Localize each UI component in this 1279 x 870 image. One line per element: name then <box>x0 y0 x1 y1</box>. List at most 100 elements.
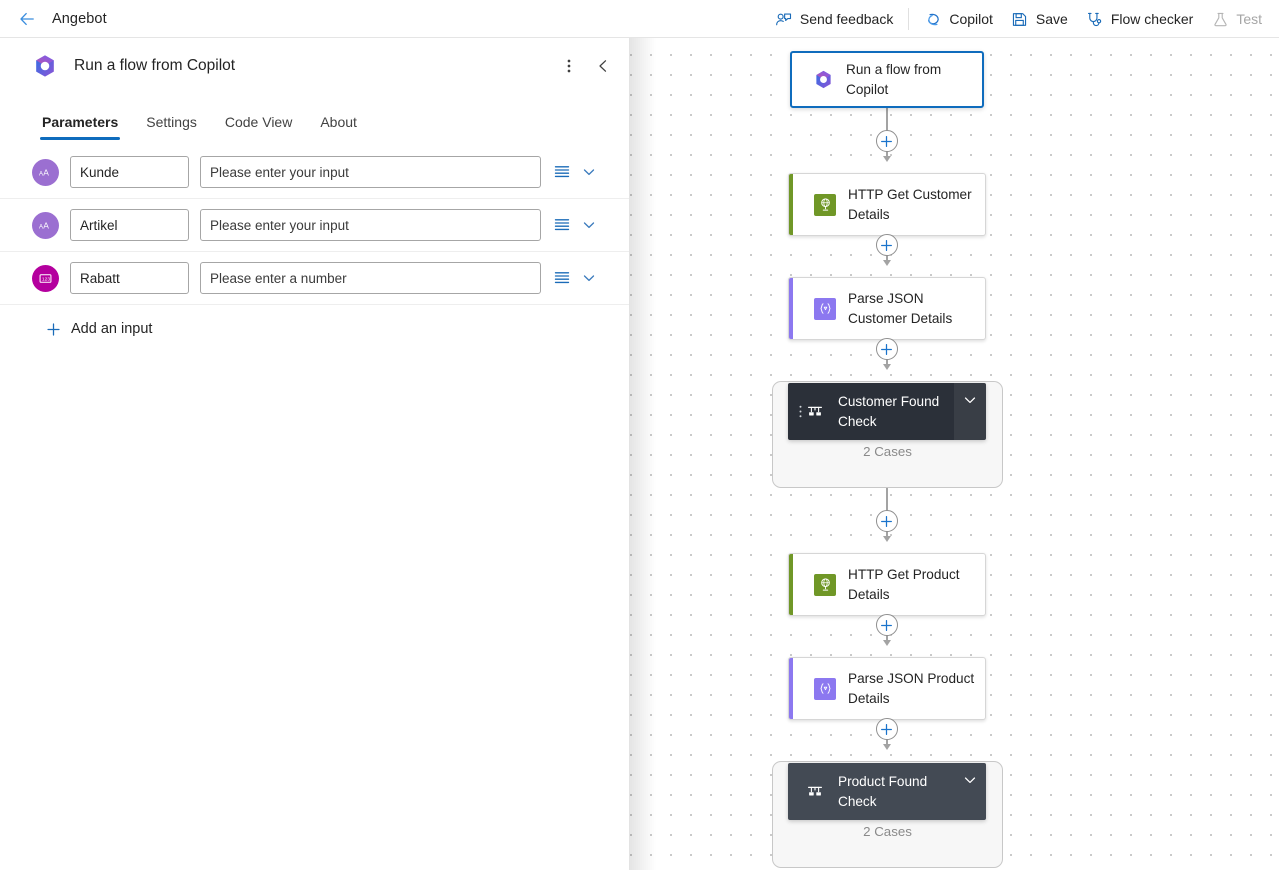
panel-header: Run a flow from Copilot <box>0 38 629 94</box>
drag-dots-icon[interactable] <box>796 403 805 420</box>
chevron-down-icon[interactable] <box>579 215 599 235</box>
flow-switch-label: Customer Found Check <box>838 393 940 429</box>
chevron-down-icon[interactable] <box>579 268 599 288</box>
panel-tabs: Parameters Settings Code View About <box>0 94 629 140</box>
app-title: Angebot <box>52 10 107 27</box>
scope-collapse-button[interactable] <box>954 763 986 820</box>
parameter-name-input[interactable] <box>70 262 189 294</box>
list-lines-icon[interactable] <box>552 268 572 288</box>
tab-about-label: About <box>320 114 357 130</box>
plus-circle-icon <box>881 343 892 355</box>
tab-code-view[interactable]: Code View <box>215 114 302 140</box>
node-accent-bar <box>789 174 793 235</box>
add-step-button[interactable] <box>875 130 898 152</box>
parse-json-icon <box>814 297 836 320</box>
parameter-row-actions <box>552 162 599 182</box>
list-lines-icon[interactable] <box>552 162 572 182</box>
parameter-name-input[interactable] <box>70 156 189 188</box>
flow-checker-label: Flow checker <box>1110 11 1194 27</box>
flow-node-label: HTTP Get Customer Details <box>848 186 972 222</box>
parameter-value-input[interactable] <box>200 209 541 241</box>
panel-header-actions <box>553 38 619 94</box>
add-step-button[interactable] <box>875 338 898 360</box>
parameter-name-input[interactable] <box>70 209 189 241</box>
flow-node-http-get-customer[interactable]: HTTP Get Customer Details <box>788 173 986 236</box>
panel-more-menu-button[interactable] <box>553 50 585 82</box>
flow-switch-header-product-found-check[interactable]: Product Found Check <box>788 763 986 820</box>
parameter-row-actions <box>552 215 599 235</box>
add-input-label: Add an input <box>71 321 153 337</box>
test-label: Test <box>1236 11 1262 27</box>
text-type-icon: A A <box>32 158 59 186</box>
flask-icon <box>1211 10 1229 28</box>
flow-canvas[interactable]: Run a flow from Copilot HTTP Get Custome… <box>630 38 1279 870</box>
save-label: Save <box>1035 11 1068 27</box>
scope-collapse-button[interactable] <box>954 383 986 440</box>
toolbar-divider <box>908 8 910 30</box>
parameter-value-input[interactable] <box>200 262 541 294</box>
svg-text:A: A <box>43 220 49 230</box>
flow-edge-arrow <box>882 536 891 542</box>
flow-node-parse-json-customer[interactable]: Parse JSON Customer Details <box>788 277 986 340</box>
add-step-button[interactable] <box>875 234 898 256</box>
copilot-label: Copilot <box>949 11 993 27</box>
parameter-value-input[interactable] <box>200 156 541 188</box>
flow-node-parse-json-product[interactable]: Parse JSON Product Details <box>788 657 986 720</box>
tab-about[interactable]: About <box>310 114 367 140</box>
toolbar-right-group: Send feedback Copilot Save Flow checker … <box>766 0 1271 38</box>
flow-edge-arrow <box>882 640 891 646</box>
flow-edge-arrow <box>882 260 891 266</box>
flow-edge-arrow <box>882 744 891 750</box>
add-input-button[interactable]: Add an input <box>0 305 152 337</box>
chevron-down-icon <box>964 777 976 784</box>
http-globe-icon <box>814 193 836 216</box>
parameter-row-actions <box>552 268 599 288</box>
flow-node-label: Parse JSON Product Details <box>848 670 975 706</box>
copilot-button[interactable]: Copilot <box>915 4 1002 34</box>
node-accent-bar <box>789 278 793 339</box>
save-button[interactable]: Save <box>1002 4 1077 34</box>
flow-switch-label: Product Found Check <box>838 773 928 809</box>
test-button[interactable]: Test <box>1202 4 1271 34</box>
save-disk-icon <box>1011 10 1029 28</box>
svg-text:A: A <box>43 167 49 177</box>
plus-circle-icon <box>881 239 892 251</box>
more-vertical-icon <box>567 59 571 73</box>
parameter-row: 123 <box>0 252 629 305</box>
parameter-row: A A <box>0 199 629 252</box>
send-feedback-button[interactable]: Send feedback <box>766 4 902 34</box>
flow-node-label: HTTP Get Product Details <box>848 566 960 602</box>
list-lines-icon[interactable] <box>552 215 572 235</box>
tab-parameters[interactable]: Parameters <box>32 114 128 140</box>
flow-node-http-get-product[interactable]: HTTP Get Product Details <box>788 553 986 616</box>
add-step-button[interactable] <box>875 614 898 636</box>
trigger-details-panel: Run a flow from Copilot Parameters Setti… <box>0 38 630 870</box>
top-toolbar: Angebot Send feedback Copilot Save Flow … <box>0 0 1279 38</box>
tab-settings[interactable]: Settings <box>136 114 207 140</box>
tab-parameters-label: Parameters <box>42 114 119 130</box>
send-feedback-label: Send feedback <box>799 11 894 27</box>
plus-circle-icon <box>881 135 892 147</box>
back-button[interactable] <box>12 4 42 34</box>
add-step-button[interactable] <box>875 718 898 740</box>
number-type-icon: 123 <box>32 264 59 292</box>
chevron-down-icon[interactable] <box>579 162 599 182</box>
flow-edge-arrow <box>882 156 891 162</box>
copilot-icon <box>924 10 942 28</box>
flow-checker-button[interactable]: Flow checker <box>1077 4 1202 34</box>
parameter-row: A A <box>0 146 629 199</box>
flow-switch-header-customer-found-check[interactable]: Customer Found Check <box>788 383 986 440</box>
chevron-down-icon <box>964 397 976 404</box>
switch-icon <box>805 402 825 422</box>
plus-circle-icon <box>881 515 892 527</box>
chevron-left-icon <box>599 60 607 72</box>
svg-text:123: 123 <box>42 276 50 282</box>
arrow-left-icon <box>20 12 34 25</box>
panel-collapse-button[interactable] <box>587 50 619 82</box>
add-step-button[interactable] <box>875 510 898 532</box>
parse-json-icon <box>814 677 836 700</box>
flow-edge-arrow <box>882 364 891 370</box>
plus-icon <box>47 322 60 336</box>
flow-node-trigger[interactable]: Run a flow from Copilot <box>790 51 984 108</box>
flow-node-label: Run a flow from Copilot <box>846 61 942 97</box>
